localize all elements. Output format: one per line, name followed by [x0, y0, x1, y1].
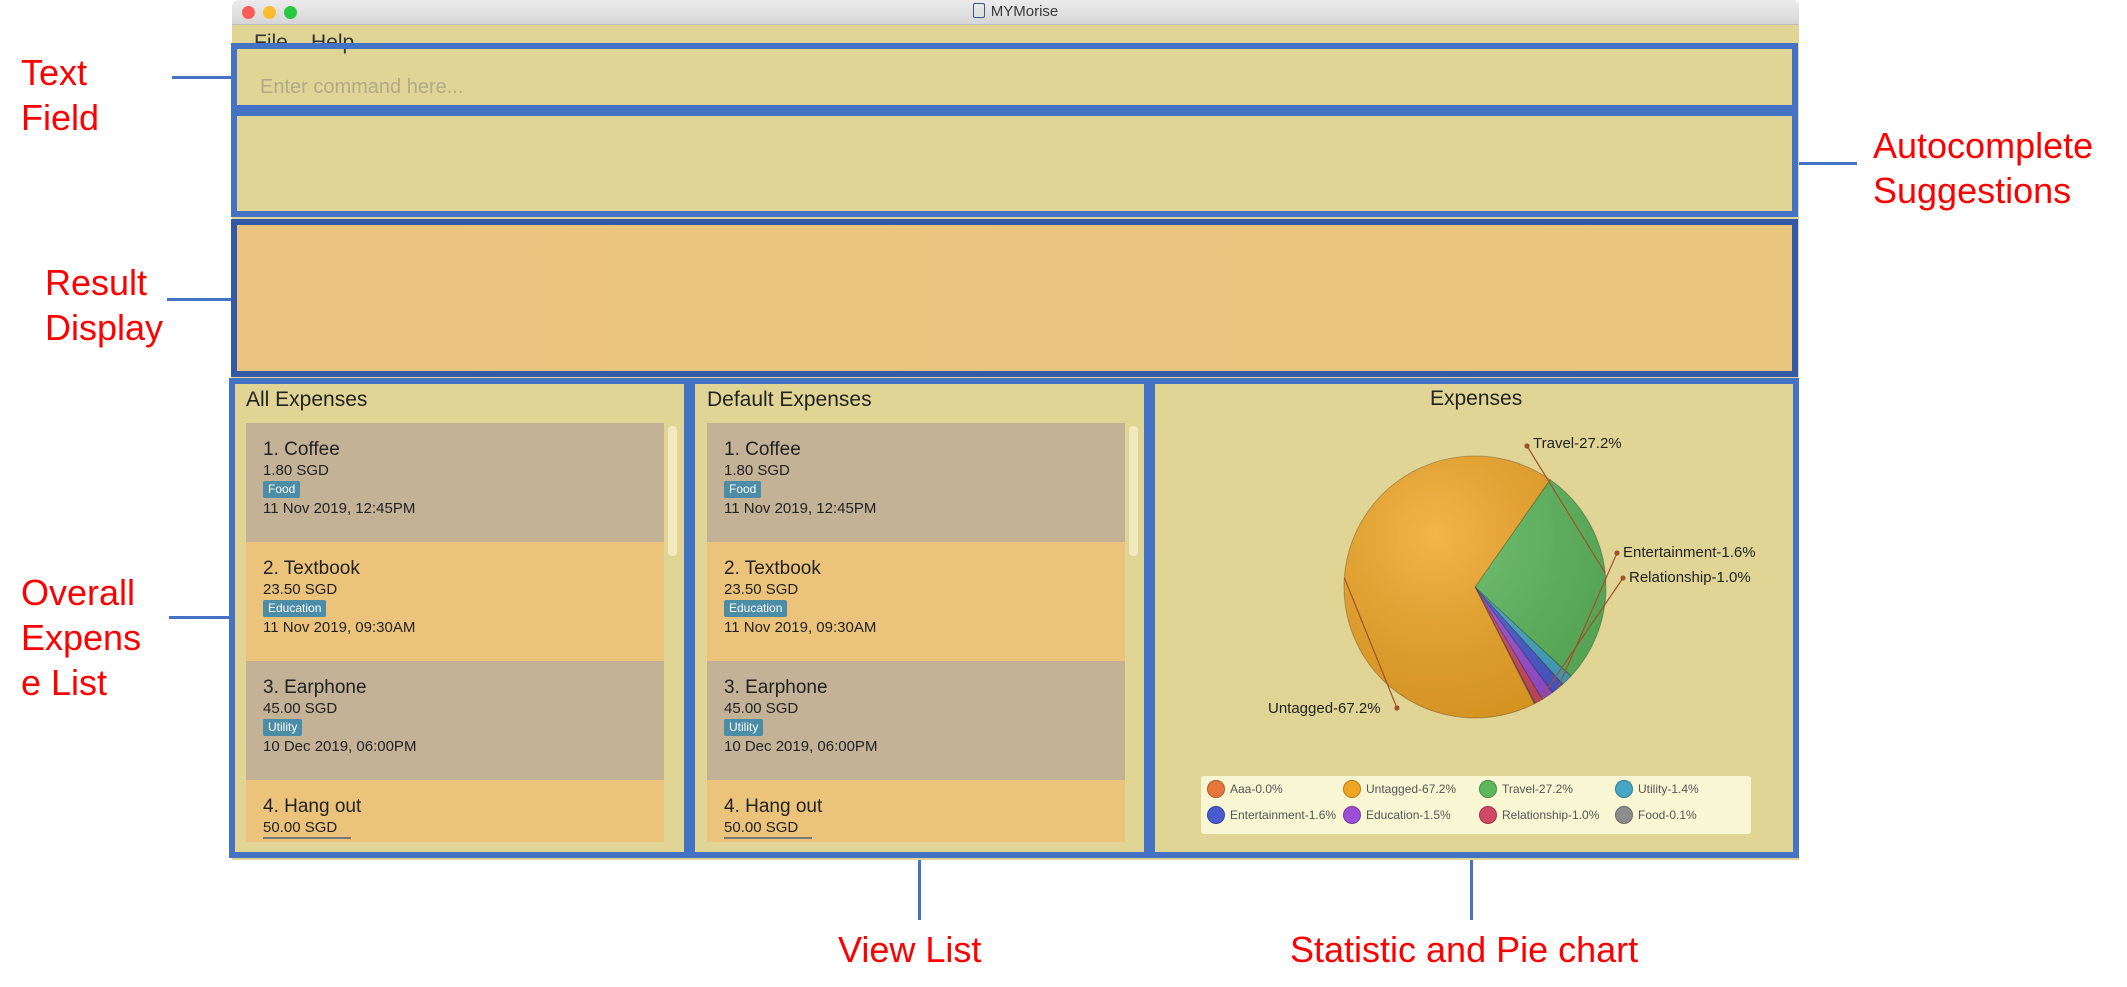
- callout-label-relationship: Relationship-1.0%: [1629, 569, 1751, 586]
- expense-tag: Utility: [724, 719, 764, 736]
- annotation-overall-list: Overall Expens e List: [21, 572, 142, 703]
- annotation-text-field: Text Field: [21, 52, 100, 138]
- all-expenses-title: All Expenses: [246, 388, 368, 411]
- expense-date: 11 Nov 2019, 09:30AM: [263, 619, 416, 636]
- legend-item: Food-0.1%: [1615, 806, 1697, 824]
- legend-swatch: [1343, 806, 1361, 824]
- expense-amount: 50.00 SGD: [724, 818, 812, 839]
- legend-item: Education-1.5%: [1343, 806, 1451, 824]
- expense-amount: 23.50 SGD: [263, 581, 338, 598]
- arrow-statistic: [1470, 858, 1473, 920]
- all-expenses-scrollbar[interactable]: [668, 426, 677, 556]
- legend-item: Utility-1.4%: [1615, 780, 1699, 798]
- legend-label: Food-0.1%: [1638, 808, 1697, 822]
- list-item[interactable]: 4. Hang out 50.00 SGD: [707, 780, 1125, 842]
- window-titlebar: MYMorise: [232, 0, 1799, 25]
- legend-swatch: [1479, 780, 1497, 798]
- expense-name: 4. Hang out: [724, 796, 823, 817]
- expense-amount: 1.80 SGD: [724, 462, 790, 479]
- window-title: MYMorise: [232, 3, 1799, 20]
- expense-tag: Education: [263, 600, 327, 617]
- list-item[interactable]: 3. Earphone 45.00 SGD Utility 10 Dec 201…: [707, 661, 1125, 780]
- legend-item: Entertainment-1.6%: [1207, 806, 1336, 824]
- expense-tag: Utility: [263, 719, 303, 736]
- window-title-text: MYMorise: [990, 3, 1059, 20]
- legend-item: Relationship-1.0%: [1479, 806, 1599, 824]
- arrow-overall: [169, 616, 232, 619]
- callout-label-entertainment: Entertainment-1.6%: [1623, 544, 1756, 561]
- legend-swatch: [1615, 780, 1633, 798]
- expense-amount: 50.00 SGD: [263, 818, 351, 839]
- arrow-text-field: [172, 76, 234, 79]
- command-placeholder: Enter command here...: [260, 76, 464, 98]
- legend-item: Untagged-67.2%: [1343, 780, 1456, 798]
- expense-name: 3. Earphone: [724, 677, 828, 698]
- annotation-view-list: View List: [838, 929, 982, 970]
- expense-date: 11 Nov 2019, 12:45PM: [263, 500, 416, 517]
- arrow-result: [167, 298, 233, 301]
- legend-item: Travel-27.2%: [1479, 780, 1573, 798]
- legend-label: Entertainment-1.6%: [1230, 808, 1337, 822]
- expense-name: 3. Earphone: [263, 677, 367, 698]
- list-item[interactable]: 2. Textbook 23.50 SGD Education 11 Nov 2…: [246, 542, 664, 661]
- expense-amount: 23.50 SGD: [724, 581, 799, 598]
- expense-amount: 45.00 SGD: [263, 700, 338, 717]
- legend-swatch: [1615, 806, 1633, 824]
- legend-label: Travel-27.2%: [1502, 782, 1573, 796]
- expense-date: 11 Nov 2019, 12:45PM: [724, 500, 877, 517]
- arrow-view-list: [918, 858, 921, 920]
- annotation-autocomplete: Autocomplete Suggestions: [1873, 125, 2094, 211]
- autocomplete-suggestions-box: [231, 110, 1798, 217]
- callout-label-untagged: Untagged-67.2%: [1268, 700, 1381, 717]
- list-item[interactable]: 2. Textbook 23.50 SGD Education 11 Nov 2…: [707, 542, 1125, 661]
- app-icon: [972, 3, 985, 18]
- arrow-autocomplete: [1795, 162, 1857, 165]
- list-item[interactable]: 3. Earphone 45.00 SGD Utility 10 Dec 201…: [246, 661, 664, 780]
- legend-label: Untagged-67.2%: [1366, 782, 1457, 796]
- expense-date: 10 Dec 2019, 06:00PM: [263, 738, 417, 755]
- expense-tag: Education: [724, 600, 788, 617]
- expense-name: 4. Hang out: [263, 796, 362, 817]
- expense-tag: Food: [263, 481, 301, 498]
- legend-swatch: [1207, 780, 1225, 798]
- chart-legend: Aaa-0.0% Untagged-67.2% Travel-27.2% Utilit…: [1201, 776, 1751, 834]
- chart-title: Expenses: [1430, 387, 1523, 410]
- annotation-result-display: Result Display: [45, 262, 164, 348]
- legend-label: Relationship-1.0%: [1502, 808, 1600, 822]
- legend-label: Education-1.5%: [1366, 808, 1451, 822]
- result-display-frame: [231, 219, 1798, 377]
- legend-swatch: [1343, 780, 1361, 798]
- annotation-statistic: Statistic and Pie chart: [1290, 929, 1639, 970]
- legend-swatch: [1207, 806, 1225, 824]
- default-expenses-title: Default Expenses: [707, 388, 872, 411]
- expense-date: 11 Nov 2019, 09:30AM: [724, 619, 877, 636]
- expense-name: 1. Coffee: [263, 439, 340, 460]
- legend-item: Aaa-0.0%: [1207, 780, 1283, 798]
- list-item[interactable]: 1. Coffee 1.80 SGD Food 11 Nov 2019, 12:…: [707, 423, 1125, 542]
- expense-amount: 1.80 SGD: [263, 462, 329, 479]
- expense-name: 2. Textbook: [263, 558, 360, 579]
- legend-label: Utility-1.4%: [1638, 782, 1699, 796]
- list-item[interactable]: 1. Coffee 1.80 SGD Food 11 Nov 2019, 12:…: [246, 423, 664, 542]
- callout-label-travel: Travel-27.2%: [1533, 435, 1622, 452]
- expense-name: 1. Coffee: [724, 439, 801, 460]
- expense-date: 10 Dec 2019, 06:00PM: [724, 738, 878, 755]
- command-text-field[interactable]: [231, 43, 1798, 111]
- legend-label: Aaa-0.0%: [1230, 782, 1283, 796]
- expense-name: 2. Textbook: [724, 558, 821, 579]
- default-expenses-scrollbar[interactable]: [1129, 426, 1138, 556]
- expense-amount: 45.00 SGD: [724, 700, 799, 717]
- list-item[interactable]: 4. Hang out 50.00 SGD: [246, 780, 664, 842]
- expense-tag: Food: [724, 481, 762, 498]
- legend-swatch: [1479, 806, 1497, 824]
